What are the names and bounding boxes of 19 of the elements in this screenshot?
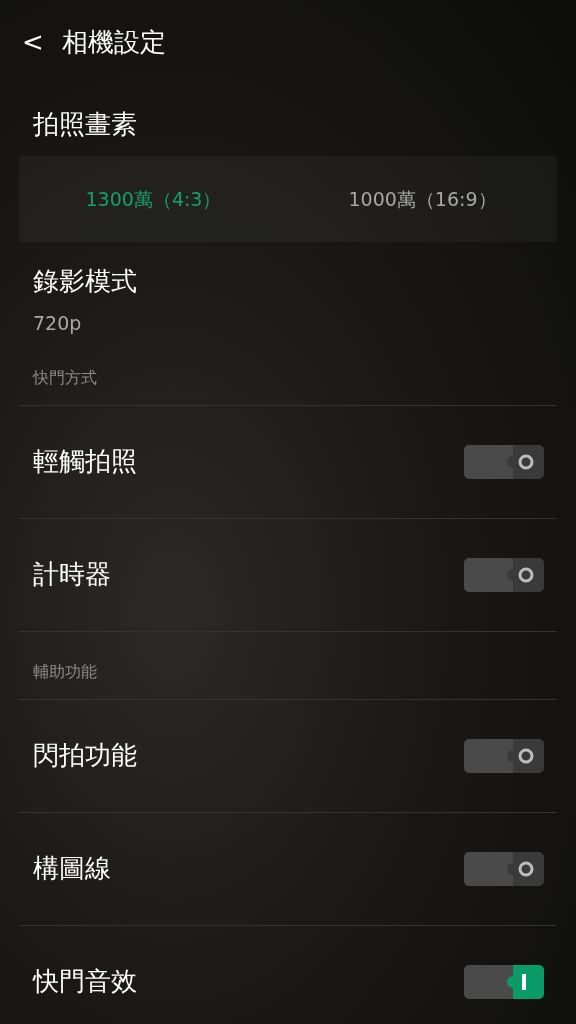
page-title: 相機設定	[61, 26, 166, 59]
back-button[interactable]: <	[18, 23, 48, 62]
setting-label: 輕觸拍照	[33, 445, 137, 478]
setting-label: 快門音效	[33, 965, 137, 998]
toggle-switch[interactable]	[464, 738, 544, 773]
toggle-switch[interactable]	[464, 964, 544, 999]
setting-title: 拍照畫素	[32, 108, 138, 141]
section-header: 輔助功能	[19, 645, 557, 700]
resolution-option[interactable]: 1000萬（16:9）	[288, 183, 557, 215]
setting-value: 720p	[32, 311, 83, 336]
setting-label: 計時器	[33, 558, 111, 591]
setting-label: 閃拍功能	[33, 739, 137, 772]
setting-title: 錄影模式	[32, 265, 138, 298]
toggle-switch[interactable]	[464, 851, 544, 886]
section-header: 快門方式	[19, 351, 557, 406]
toggle-switch[interactable]	[464, 557, 544, 592]
resolution-option[interactable]: 1300萬（4:3）	[19, 183, 288, 215]
toggle-switch[interactable]	[464, 444, 544, 479]
setting-label: 構圖線	[33, 852, 111, 885]
